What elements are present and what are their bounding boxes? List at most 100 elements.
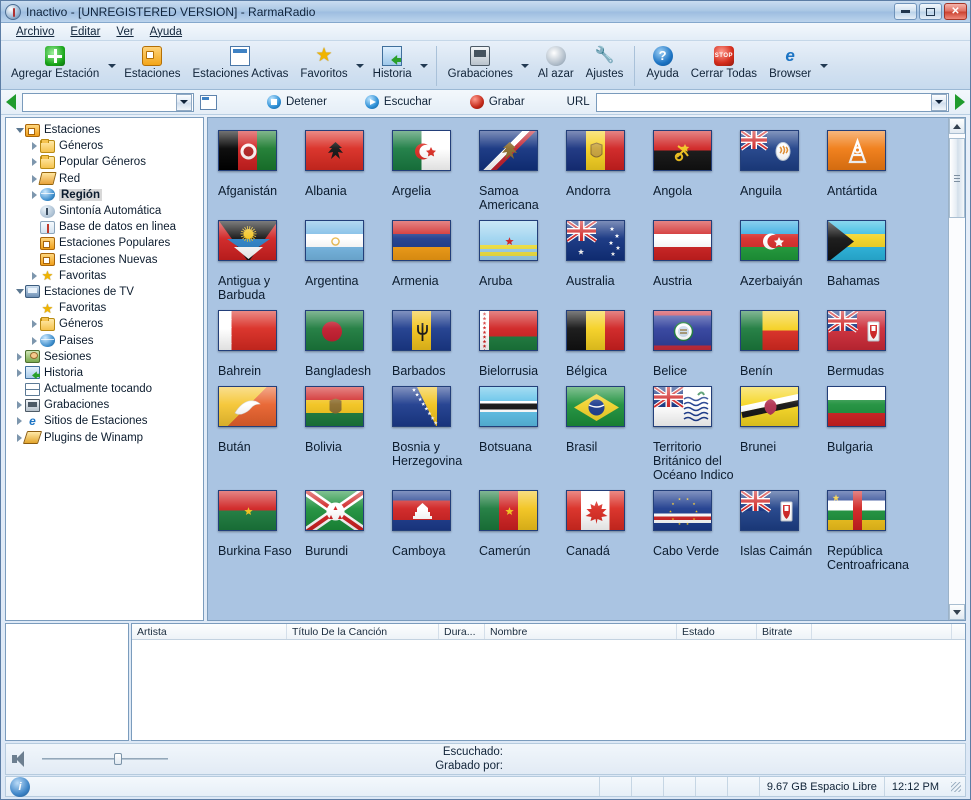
country-cell[interactable]: Afganistán (218, 126, 305, 212)
country-cell[interactable]: Canadá (566, 486, 653, 572)
toolbar-button-grabaciones[interactable]: Grabaciones (442, 43, 519, 89)
volume-slider-thumb[interactable] (114, 753, 122, 765)
country-cell[interactable]: Bolivia (305, 382, 392, 482)
minimize-button[interactable] (894, 3, 917, 20)
country-cell[interactable]: Azerbaiyán (740, 216, 827, 302)
country-cell[interactable]: Brasil (566, 382, 653, 482)
bottom-left-panel[interactable] (5, 623, 129, 741)
toolbar-button-estaciones[interactable]: Estaciones (118, 43, 186, 89)
menu-item-ver[interactable]: Ver (109, 25, 140, 39)
country-cell[interactable]: Antártida (827, 126, 914, 212)
country-cell[interactable]: Bahrein (218, 306, 305, 378)
scrollbar-track[interactable] (949, 134, 965, 604)
menu-item-archivo[interactable]: Archivo (9, 25, 61, 39)
stop-control[interactable]: Detener (261, 95, 333, 109)
scrollbar-thumb[interactable] (949, 138, 965, 218)
tree-item-sesiones[interactable]: Sesiones (8, 349, 201, 365)
tree-expand-icon[interactable] (14, 401, 25, 410)
toolbar-button-favoritos[interactable]: ★ Favoritos (294, 43, 353, 89)
toolbar-button-estaciones-activas[interactable]: Estaciones Activas (186, 43, 294, 89)
tree-collapse-icon[interactable] (14, 289, 25, 295)
tree-item-grabaciones[interactable]: Grabaciones (8, 397, 201, 413)
country-cell[interactable]: Barbados (392, 306, 479, 378)
tree-expand-icon[interactable] (29, 142, 40, 151)
toolbar-button-cerrar-todas[interactable]: STOP Cerrar Todas (685, 43, 763, 89)
country-cell[interactable]: Camboya (392, 486, 479, 572)
volume-slider[interactable] (42, 751, 168, 767)
scroll-down-button[interactable] (949, 604, 965, 620)
tree-item-estaciones-de-tv[interactable]: Estaciones de TV (8, 284, 201, 300)
tree-collapse-icon[interactable] (14, 127, 25, 133)
country-cell[interactable]: Bielorrusia (479, 306, 566, 378)
country-cell[interactable]: República Centroafricana (827, 486, 914, 572)
country-cell[interactable]: Armenia (392, 216, 479, 302)
tree-item-regi-n[interactable]: Región (8, 187, 201, 203)
playlist-column-header[interactable]: Bitrate (757, 624, 812, 639)
toolbar-button-ayuda[interactable]: ? Ayuda (640, 43, 684, 89)
toolbar-button-al-azar[interactable]: Al azar (532, 43, 580, 89)
find-station-icon[interactable] (200, 94, 217, 110)
country-cell[interactable]: Austria (653, 216, 740, 302)
tree-expand-icon[interactable] (29, 271, 40, 280)
info-icon[interactable]: i (10, 776, 30, 797)
toolbar-button-ajustes[interactable]: 🔧 Ajustes (580, 43, 630, 89)
country-cell[interactable]: Angola (653, 126, 740, 212)
menu-item-ayuda[interactable]: Ayuda (143, 25, 189, 39)
toolbar-dropdown-agregar-estacion[interactable] (105, 43, 118, 89)
tree-expand-icon[interactable] (29, 190, 40, 199)
country-cell[interactable]: Argentina (305, 216, 392, 302)
country-cell[interactable]: Islas Caimán (740, 486, 827, 572)
toolbar-dropdown-favoritos[interactable] (354, 43, 367, 89)
tree-expand-icon[interactable] (29, 158, 40, 167)
url-dropdown-button[interactable] (931, 93, 947, 111)
tree-item-sitios-de-estaciones[interactable]: e Sitios de Estaciones (8, 413, 201, 429)
country-cell[interactable]: Andorra (566, 126, 653, 212)
tree-expand-icon[interactable] (14, 352, 25, 361)
tree-item-g-neros[interactable]: Géneros (8, 316, 201, 332)
tree-item-plugins-de-winamp[interactable]: Plugins de Winamp (8, 430, 201, 446)
country-cell[interactable]: Antigua y Barbuda (218, 216, 305, 302)
scroll-up-button[interactable] (949, 118, 965, 134)
tree-expand-icon[interactable] (14, 368, 25, 377)
country-grid-scrollbar[interactable] (948, 118, 965, 620)
tree-item-popular-g-neros[interactable]: Popular Géneros (8, 154, 201, 170)
tree-item-favoritas[interactable]: ★ Favoritas (8, 300, 201, 316)
country-cell[interactable]: Argelia (392, 126, 479, 212)
country-cell[interactable]: Cabo Verde (653, 486, 740, 572)
country-cell[interactable]: Albania (305, 126, 392, 212)
tree-expand-icon[interactable] (29, 320, 40, 329)
tree-item-g-neros[interactable]: Géneros (8, 138, 201, 154)
playlist-column-header[interactable]: Estado (677, 624, 757, 639)
tree-item-actualmente-tocando[interactable]: Actualmente tocando (8, 381, 201, 397)
url-combo[interactable] (595, 92, 949, 112)
tree-expand-icon[interactable] (14, 417, 25, 426)
country-cell[interactable]: Camerún (479, 486, 566, 572)
toolbar-dropdown-browser[interactable] (817, 43, 830, 89)
playlist-column-header[interactable]: Artista (132, 624, 287, 639)
go-arrow-icon[interactable] (955, 94, 965, 110)
country-cell[interactable]: Burkina Faso (218, 486, 305, 572)
country-cell[interactable]: Samoa Americana (479, 126, 566, 212)
tree-item-sinton-a-autom-tica[interactable]: Sintonía Automática (8, 203, 201, 219)
back-arrow-icon[interactable] (6, 94, 16, 110)
country-cell[interactable]: Bulgaria (827, 382, 914, 482)
resize-grip-icon[interactable] (949, 780, 963, 794)
playlist-body[interactable] (132, 640, 965, 740)
tree-item-paises[interactable]: Paises (8, 332, 201, 348)
country-cell[interactable]: Botsuana (479, 382, 566, 482)
playlist-panel[interactable]: Artista Título De la Canción Dura... Nombre… (131, 623, 966, 741)
tree-item-base-de-datos-en-linea[interactable]: Base de datos en linea (8, 219, 201, 235)
tree-item-estaciones[interactable]: Estaciones (8, 122, 201, 138)
playlist-column-header[interactable]: Nombre (485, 624, 677, 639)
toolbar-button-agregar-estacion[interactable]: Agregar Estación (5, 43, 105, 89)
maximize-button[interactable] (919, 3, 942, 20)
country-cell[interactable]: Bélgica (566, 306, 653, 378)
playlist-column-header[interactable]: Título De la Canción (287, 624, 439, 639)
country-cell[interactable]: Burundi (305, 486, 392, 572)
toolbar-button-historia[interactable]: Historia (367, 43, 418, 89)
country-cell[interactable]: Bermudas (827, 306, 914, 378)
toolbar-button-browser[interactable]: e Browser (763, 43, 817, 89)
tree-item-historia[interactable]: Historia (8, 365, 201, 381)
close-button[interactable]: ✕ (944, 3, 967, 20)
country-cell[interactable]: Brunei (740, 382, 827, 482)
